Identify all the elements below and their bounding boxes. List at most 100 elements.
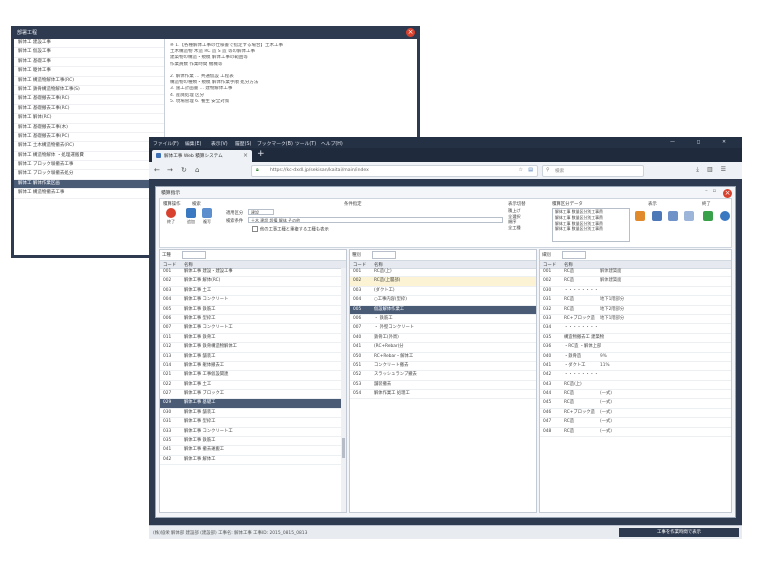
close-icon[interactable]: ×: [406, 28, 415, 37]
table-row[interactable]: 040 鉄骨工(外周): [350, 334, 536, 344]
list-item[interactable]: 解体工 ブロック塀撤去工事: [14, 161, 164, 171]
table-row[interactable]: 035 解体工事 鉄筋工: [160, 437, 346, 447]
view-list-button[interactable]: [650, 211, 664, 222]
table-row[interactable]: 030 解体工事 舗装工: [160, 409, 346, 419]
table-row[interactable]: 047 RC造 (一式): [540, 418, 731, 428]
table-row[interactable]: 045 RC造 (一式): [540, 399, 731, 409]
list-item[interactable]: 解体工 解体(RC): [14, 114, 164, 124]
table-row[interactable]: 031 解体工事 型枠工: [160, 418, 346, 428]
edit-tool-button[interactable]: [634, 211, 646, 222]
list-item[interactable]: 解体工 基礎撤去工事(木): [14, 124, 164, 133]
menu-edit[interactable]: 編集(E): [185, 140, 201, 147]
list-item[interactable]: 解体工 基礎撤去工事(RC): [14, 105, 164, 115]
table-row[interactable]: 001 解体工事 建設・建設工事: [160, 268, 346, 278]
table-row[interactable]: 007 ・ 外壁コンクリート: [350, 324, 536, 334]
option-all-types[interactable]: 全工種: [508, 225, 546, 231]
table-row[interactable]: 048 RC造 (一式): [540, 428, 731, 438]
panel-tab-worktype[interactable]: 工種: [162, 252, 171, 258]
address-bar[interactable]: 🔒︎ https://kc-dxdl.jp/sekisan/kaitai/mai…: [251, 165, 538, 177]
list-item[interactable]: 解体工 基礎工事: [14, 58, 164, 68]
table-row[interactable]: 002 解体工事 解体(RC): [160, 277, 346, 287]
reload-icon[interactable]: ↻: [181, 166, 187, 174]
data-category-item[interactable]: 解体工事 数量区分別工事費: [555, 226, 629, 232]
table-row[interactable]: 032 RC造 地下2階部分: [540, 306, 731, 315]
table-row[interactable]: 041 ・ダクト工 11%: [540, 362, 731, 372]
table-row[interactable]: 005 解体工事 鉄筋工: [160, 306, 346, 315]
search-input[interactable]: ⚲ 検索: [542, 165, 644, 177]
tab-close-icon[interactable]: ×: [243, 152, 248, 159]
exit-button[interactable]: 終了: [164, 208, 178, 225]
reader-icon[interactable]: ▤: [528, 167, 533, 173]
panel-tab-detail[interactable]: 細別: [542, 252, 551, 258]
table-row[interactable]: 006 ・ 鉄筋工: [350, 315, 536, 325]
table-row[interactable]: 030 ・・・・・・・・: [540, 287, 731, 297]
table-row[interactable]: 031 RC造 地下1階部分: [540, 296, 731, 306]
help-button[interactable]: [718, 211, 732, 222]
table-row[interactable]: 053 舗装撤去: [350, 381, 536, 391]
bookmark-star-icon[interactable]: ☆: [519, 167, 523, 173]
list-item[interactable]: 解体工 仮設工事: [14, 48, 164, 58]
table-row[interactable]: 014 解体工事 躯体撤去工: [160, 362, 346, 372]
list-item[interactable]: 解体工 構造物解体 ・処理運搬費: [14, 152, 164, 162]
table-row[interactable]: 033 RC+ブロック造 地下1階部分: [540, 315, 731, 325]
scrollbar-thumb[interactable]: [342, 438, 345, 458]
table-row[interactable]: 036 ・RC造 ・解体上部: [540, 343, 731, 353]
table-row[interactable]: 021 解体工事 工事仮設関連: [160, 371, 346, 381]
table-row[interactable]: 004 解体工事 コンクリート: [160, 296, 346, 306]
table-row[interactable]: 051 コンクリート撤去: [350, 362, 536, 372]
menu-tools[interactable]: ツール(T): [295, 140, 316, 147]
list-item[interactable]: 解体工 基礎撤去工事(PC): [14, 133, 164, 143]
view-grid-button[interactable]: [666, 211, 680, 222]
table-row[interactable]: 042 解体工事 解体工: [160, 456, 346, 466]
table-row[interactable]: 041 解体工事 撤去運搬工: [160, 446, 346, 456]
add-button[interactable]: 追加: [184, 208, 198, 225]
data-category-list[interactable]: 解体工事 数量区分別工事費 解体工事 数量区分別工事費 解体工事 数量区分別工事…: [552, 208, 630, 242]
browser-tab-active[interactable]: 解体工事 Web 積算システム ×: [152, 150, 252, 162]
home-icon[interactable]: ⌂: [195, 166, 199, 174]
menu-file[interactable]: ファイル(F): [153, 140, 179, 147]
list-item[interactable]: 解体工 構造物解体工事(RC): [14, 77, 164, 86]
list-item[interactable]: 解体工 建設工事: [14, 39, 164, 49]
menu-help[interactable]: ヘルプ(H): [321, 140, 343, 147]
table-row[interactable]: 002 RC造(上層部): [350, 277, 536, 287]
search-condition-field[interactable]: 土木 建設 設備 解体 その他: [248, 217, 503, 223]
list-item[interactable]: 解体工 鉄骨構造物解体工事(S): [14, 86, 164, 96]
back-arrow-icon[interactable]: ←: [154, 166, 160, 174]
app-window-controls[interactable]: –▫: [705, 188, 721, 194]
table-row[interactable]: 001 RC造 解体建築面: [540, 268, 731, 278]
table-row[interactable]: 034 ・・・・・・・・: [540, 324, 731, 334]
scrollbar[interactable]: [341, 268, 346, 512]
table-row[interactable]: 002 RC造 解体建築面: [540, 277, 731, 287]
apply-category-select[interactable]: 建設: [248, 209, 274, 215]
forward-arrow-icon[interactable]: →: [167, 166, 173, 174]
table-row[interactable]: 007 解体工事 コンクリート工: [160, 324, 346, 334]
table-row[interactable]: 001 RC造(上): [350, 268, 536, 278]
table-row[interactable]: 043 RC造(上): [540, 381, 731, 391]
table-row[interactable]: 005 仮設解体作業工: [350, 305, 536, 315]
table-row[interactable]: 052 スラッシュランプ撤去: [350, 371, 536, 381]
table-row[interactable]: 006 解体工事 型枠工: [160, 315, 346, 325]
category-filter-input[interactable]: [372, 251, 396, 259]
new-tab-plus-icon[interactable]: +: [257, 149, 265, 159]
table-row[interactable]: 004 ○工事内容(型枠): [350, 296, 536, 306]
list-item[interactable]: 解体工 躯体工事: [14, 67, 164, 77]
overlap-checkbox[interactable]: 他の工事工種と重複する工種も表示: [252, 226, 329, 233]
table-row[interactable]: 042 ・・・・・・・・: [540, 371, 731, 381]
table-row[interactable]: 033 解体工事 コンクリート工: [160, 428, 346, 438]
table-row[interactable]: 011 解体工事 鉄骨工: [160, 334, 346, 344]
copy-button[interactable]: 複写: [200, 208, 214, 225]
panel-tab-category[interactable]: 種別: [352, 252, 361, 258]
table-row[interactable]: 003 解体工事 土工: [160, 287, 346, 297]
window-controls[interactable]: — ◻ ✕: [670, 140, 736, 145]
table-row[interactable]: 012 解体工事 鉄骨構造物解体工: [160, 343, 346, 353]
table-row[interactable]: 050 RC+Rebar・解体工: [350, 353, 536, 362]
table-row[interactable]: 040 ・鉄骨造 9%: [540, 353, 731, 362]
table-row[interactable]: 013 解体工事 舗装工: [160, 353, 346, 362]
app-close-icon[interactable]: ×: [723, 189, 732, 198]
list-item[interactable]: 解体工 構造物撤去工事: [14, 189, 164, 199]
list-item[interactable]: 解体工 解体作業区画: [14, 179, 164, 190]
worktype-filter-input[interactable]: [182, 251, 206, 259]
list-item[interactable]: 解体工 基礎撤去工事(RC): [14, 95, 164, 105]
table-row[interactable]: 054 解体作業工 処理工: [350, 390, 536, 400]
menu-view[interactable]: 表示(V): [211, 140, 228, 147]
